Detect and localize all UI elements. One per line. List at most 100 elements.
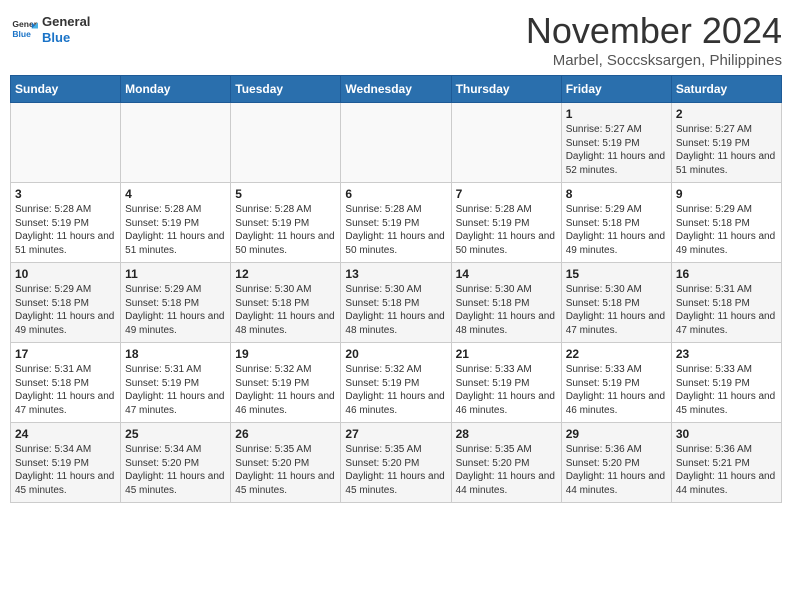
weekday-header-sunday: Sunday xyxy=(11,76,121,103)
day-number: 20 xyxy=(345,347,446,361)
day-info: Sunrise: 5:31 AMSunset: 5:19 PMDaylight:… xyxy=(125,363,226,417)
calendar-cell: 1 Sunrise: 5:27 AMSunset: 5:19 PMDaylight… xyxy=(561,103,671,183)
calendar-cell: 12 Sunrise: 5:30 AMSunset: 5:18 PMDayligh… xyxy=(231,263,341,343)
day-number: 18 xyxy=(125,347,226,361)
calendar-cell: 30 Sunrise: 5:36 AMSunset: 5:21 PMDayligh… xyxy=(671,423,781,503)
day-info: Sunrise: 5:30 AMSunset: 5:18 PMDaylight:… xyxy=(345,283,446,337)
day-number: 12 xyxy=(235,267,336,281)
calendar-cell: 22 Sunrise: 5:33 AMSunset: 5:19 PMDayligh… xyxy=(561,343,671,423)
weekday-header-wednesday: Wednesday xyxy=(341,76,451,103)
day-number: 28 xyxy=(456,427,557,441)
svg-text:Blue: Blue xyxy=(12,29,31,39)
calendar-cell: 7 Sunrise: 5:28 AMSunset: 5:19 PMDaylight… xyxy=(451,183,561,263)
logo-blue: Blue xyxy=(42,30,90,46)
calendar-cell: 17Sunrise: 5:31 AMSunset: 5:18 PMDayligh… xyxy=(11,343,121,423)
day-info: Sunrise: 5:28 AMSunset: 5:19 PMDaylight:… xyxy=(456,203,557,257)
calendar-cell: 18 Sunrise: 5:31 AMSunset: 5:19 PMDayligh… xyxy=(121,343,231,423)
calendar-cell: 11Sunrise: 5:29 AMSunset: 5:18 PMDayligh… xyxy=(121,263,231,343)
day-info: Sunrise: 5:32 AMSunset: 5:19 PMDaylight:… xyxy=(345,363,446,417)
calendar-cell: 6 Sunrise: 5:28 AMSunset: 5:19 PMDaylight… xyxy=(341,183,451,263)
calendar-cell: 23 Sunrise: 5:33 AMSunset: 5:19 PMDayligh… xyxy=(671,343,781,423)
page-header: General Blue General Blue November 2024 … xyxy=(10,10,782,69)
weekday-header-thursday: Thursday xyxy=(451,76,561,103)
day-info: Sunrise: 5:29 AMSunset: 5:18 PMDaylight:… xyxy=(676,203,777,257)
day-number: 14 xyxy=(456,267,557,281)
calendar-cell: 8 Sunrise: 5:29 AMSunset: 5:18 PMDaylight… xyxy=(561,183,671,263)
weekday-header-tuesday: Tuesday xyxy=(231,76,341,103)
calendar-week-1: 1 Sunrise: 5:27 AMSunset: 5:19 PMDaylight… xyxy=(11,103,782,183)
day-number: 25 xyxy=(125,427,226,441)
calendar-cell: 16 Sunrise: 5:31 AMSunset: 5:18 PMDayligh… xyxy=(671,263,781,343)
calendar-cell: 20 Sunrise: 5:32 AMSunset: 5:19 PMDayligh… xyxy=(341,343,451,423)
day-number: 26 xyxy=(235,427,336,441)
day-info: Sunrise: 5:34 AMSunset: 5:20 PMDaylight:… xyxy=(125,443,226,497)
calendar-week-5: 24Sunrise: 5:34 AMSunset: 5:19 PMDayligh… xyxy=(11,423,782,503)
day-number: 5 xyxy=(235,187,336,201)
calendar-table: SundayMondayTuesdayWednesdayThursdayFrid… xyxy=(10,75,782,503)
day-number: 29 xyxy=(566,427,667,441)
calendar-cell: 26 Sunrise: 5:35 AMSunset: 5:20 PMDayligh… xyxy=(231,423,341,503)
calendar-cell: 27 Sunrise: 5:35 AMSunset: 5:20 PMDayligh… xyxy=(341,423,451,503)
logo-general: General xyxy=(42,14,90,30)
day-info: Sunrise: 5:28 AMSunset: 5:19 PMDaylight:… xyxy=(345,203,446,257)
month-title: November 2024 xyxy=(526,10,782,52)
logo: General Blue General Blue xyxy=(10,14,90,45)
weekday-header-saturday: Saturday xyxy=(671,76,781,103)
day-info: Sunrise: 5:33 AMSunset: 5:19 PMDaylight:… xyxy=(676,363,777,417)
day-number: 22 xyxy=(566,347,667,361)
day-number: 7 xyxy=(456,187,557,201)
calendar-cell xyxy=(341,103,451,183)
day-info: Sunrise: 5:30 AMSunset: 5:18 PMDaylight:… xyxy=(566,283,667,337)
day-number: 23 xyxy=(676,347,777,361)
day-info: Sunrise: 5:31 AMSunset: 5:18 PMDaylight:… xyxy=(15,363,116,417)
day-info: Sunrise: 5:28 AMSunset: 5:19 PMDaylight:… xyxy=(235,203,336,257)
day-info: Sunrise: 5:29 AMSunset: 5:18 PMDaylight:… xyxy=(566,203,667,257)
day-number: 2 xyxy=(676,107,777,121)
calendar-cell: 15Sunrise: 5:30 AMSunset: 5:18 PMDayligh… xyxy=(561,263,671,343)
day-info: Sunrise: 5:32 AMSunset: 5:19 PMDaylight:… xyxy=(235,363,336,417)
calendar-cell xyxy=(11,103,121,183)
day-number: 16 xyxy=(676,267,777,281)
day-number: 9 xyxy=(676,187,777,201)
location-title: Marbel, Soccsksargen, Philippines xyxy=(526,52,782,69)
day-info: Sunrise: 5:28 AMSunset: 5:19 PMDaylight:… xyxy=(15,203,116,257)
day-number: 30 xyxy=(676,427,777,441)
calendar-cell: 28 Sunrise: 5:35 AMSunset: 5:20 PMDayligh… xyxy=(451,423,561,503)
calendar-cell: 9 Sunrise: 5:29 AMSunset: 5:18 PMDaylight… xyxy=(671,183,781,263)
calendar-cell xyxy=(121,103,231,183)
day-number: 13 xyxy=(345,267,446,281)
day-info: Sunrise: 5:36 AMSunset: 5:20 PMDaylight:… xyxy=(566,443,667,497)
day-info: Sunrise: 5:35 AMSunset: 5:20 PMDaylight:… xyxy=(235,443,336,497)
day-number: 1 xyxy=(566,107,667,121)
day-number: 10 xyxy=(15,267,116,281)
day-number: 6 xyxy=(345,187,446,201)
day-info: Sunrise: 5:28 AMSunset: 5:19 PMDaylight:… xyxy=(125,203,226,257)
day-number: 27 xyxy=(345,427,446,441)
day-info: Sunrise: 5:35 AMSunset: 5:20 PMDaylight:… xyxy=(456,443,557,497)
day-info: Sunrise: 5:33 AMSunset: 5:19 PMDaylight:… xyxy=(566,363,667,417)
day-number: 3 xyxy=(15,187,116,201)
day-number: 4 xyxy=(125,187,226,201)
calendar-cell: 29 Sunrise: 5:36 AMSunset: 5:20 PMDayligh… xyxy=(561,423,671,503)
day-info: Sunrise: 5:30 AMSunset: 5:18 PMDaylight:… xyxy=(235,283,336,337)
calendar-cell: 14 Sunrise: 5:30 AMSunset: 5:18 PMDayligh… xyxy=(451,263,561,343)
day-number: 19 xyxy=(235,347,336,361)
calendar-cell: 4 Sunrise: 5:28 AMSunset: 5:19 PMDaylight… xyxy=(121,183,231,263)
weekday-header-friday: Friday xyxy=(561,76,671,103)
calendar-cell: 10Sunrise: 5:29 AMSunset: 5:18 PMDayligh… xyxy=(11,263,121,343)
day-number: 11 xyxy=(125,267,226,281)
calendar-cell: 21Sunrise: 5:33 AMSunset: 5:19 PMDayligh… xyxy=(451,343,561,423)
day-info: Sunrise: 5:27 AMSunset: 5:19 PMDaylight:… xyxy=(566,123,667,177)
weekday-header-monday: Monday xyxy=(121,76,231,103)
day-number: 8 xyxy=(566,187,667,201)
calendar-cell: 25 Sunrise: 5:34 AMSunset: 5:20 PMDayligh… xyxy=(121,423,231,503)
calendar-cell xyxy=(451,103,561,183)
day-info: Sunrise: 5:31 AMSunset: 5:18 PMDaylight:… xyxy=(676,283,777,337)
calendar-cell: 19 Sunrise: 5:32 AMSunset: 5:19 PMDayligh… xyxy=(231,343,341,423)
day-info: Sunrise: 5:30 AMSunset: 5:18 PMDaylight:… xyxy=(456,283,557,337)
calendar-cell: 13 Sunrise: 5:30 AMSunset: 5:18 PMDayligh… xyxy=(341,263,451,343)
day-info: Sunrise: 5:35 AMSunset: 5:20 PMDaylight:… xyxy=(345,443,446,497)
day-info: Sunrise: 5:36 AMSunset: 5:21 PMDaylight:… xyxy=(676,443,777,497)
calendar-cell: 5 Sunrise: 5:28 AMSunset: 5:19 PMDaylight… xyxy=(231,183,341,263)
day-info: Sunrise: 5:27 AMSunset: 5:19 PMDaylight:… xyxy=(676,123,777,177)
